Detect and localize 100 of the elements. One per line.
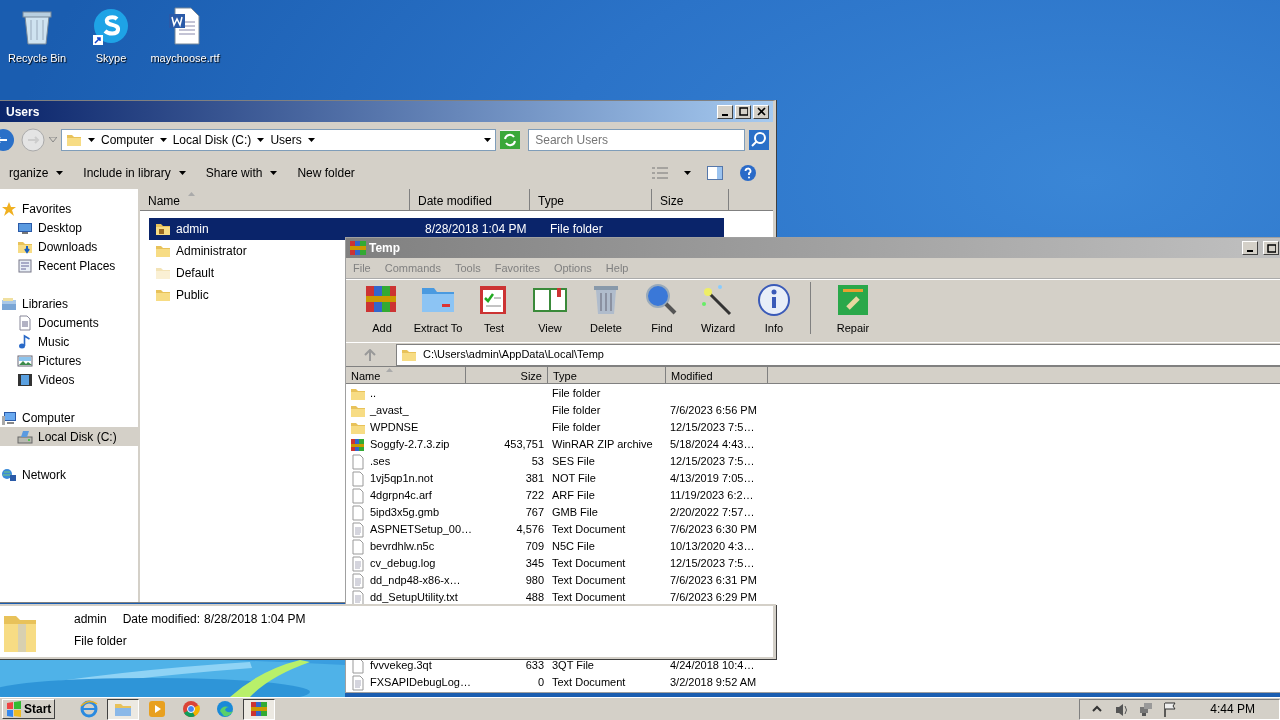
caret-icon xyxy=(684,171,691,175)
windows-logo-icon xyxy=(6,701,22,717)
toolbar-button[interactable]: Share with xyxy=(195,164,288,182)
taskbar-button[interactable] xyxy=(243,698,276,720)
toolbar-button[interactable]: Test xyxy=(466,281,522,336)
caret-icon xyxy=(159,137,167,142)
file-icon xyxy=(350,453,366,470)
nav-item[interactable]: Desktop xyxy=(1,218,138,237)
date-modified: 12/15/2023 7:5… xyxy=(670,557,755,570)
desktop-icon[interactable]: maychoose.rtf xyxy=(148,6,222,67)
column-header[interactable]: Date modified xyxy=(418,192,493,210)
nav-item[interactable]: Libraries xyxy=(1,294,138,313)
network-icon xyxy=(1138,701,1155,717)
refresh-button[interactable] xyxy=(500,130,521,149)
file-type: File folder xyxy=(550,221,603,238)
file-row[interactable]: Default xyxy=(149,262,337,284)
winrar-icon xyxy=(250,700,269,718)
toolbar-button[interactable]: rganize xyxy=(0,164,74,182)
file-size: 53 xyxy=(531,455,544,468)
file-icon xyxy=(350,538,366,555)
film-icon xyxy=(17,371,33,388)
toolbar-button[interactable]: New folder xyxy=(287,164,365,182)
nav-item[interactable]: Recent Places xyxy=(1,256,138,275)
refresh-icon xyxy=(500,130,521,149)
back-button[interactable] xyxy=(0,127,17,152)
text-file-icon xyxy=(350,555,366,572)
caret-icon xyxy=(49,137,57,142)
file-type: Text Document xyxy=(552,523,626,536)
computer-icon xyxy=(1,409,17,426)
nav-item[interactable]: Videos xyxy=(1,370,138,389)
start-button[interactable]: Start xyxy=(2,699,56,719)
column-header[interactable]: Type xyxy=(538,192,564,210)
toolbar-button[interactable]: Delete xyxy=(578,281,634,336)
file-name: FXSAPIDebugLog… xyxy=(370,675,471,691)
search-field[interactable]: Search Users xyxy=(528,128,745,151)
address-bar[interactable]: Computer Local Disk (C:) Users xyxy=(61,128,497,151)
view-list-icon xyxy=(652,167,668,179)
nav-item[interactable]: Pictures xyxy=(1,351,138,370)
desktop-icon[interactable]: Recycle Bin xyxy=(0,6,74,67)
file-type: GMB File xyxy=(552,506,598,519)
taskbar-button[interactable] xyxy=(107,698,140,720)
toolbar-button[interactable]: Repair xyxy=(825,281,881,336)
toolbar-button[interactable]: Extract To xyxy=(410,281,466,336)
toolbar-button[interactable]: View xyxy=(522,281,578,336)
date-modified: 10/13/2020 4:3… xyxy=(670,540,755,553)
nav-item[interactable]: Computer xyxy=(1,408,138,427)
file-name: Soggfy-2.7.3.zip xyxy=(370,437,450,453)
minimize-button[interactable] xyxy=(1242,241,1258,255)
close-button[interactable] xyxy=(753,104,769,119)
date-modified: 7/6/2023 6:56 PM xyxy=(670,404,757,417)
column-header[interactable]: Name xyxy=(351,368,381,382)
file-type: Text Document xyxy=(552,557,626,570)
address-field[interactable]: C:\Users\admin\AppData\Local\Temp xyxy=(396,343,1280,366)
column-header[interactable]: Type xyxy=(553,368,577,382)
toolbar-button[interactable]: Info xyxy=(746,281,802,336)
file-row[interactable]: admin 8/28/2018 1:04 PM File folder xyxy=(149,218,724,240)
column-header[interactable]: Size xyxy=(520,368,542,382)
file-type: SES File xyxy=(552,455,595,468)
nav-item[interactable]: Favorites xyxy=(1,199,138,218)
file-type: Text Document xyxy=(552,676,626,689)
maximize-button[interactable] xyxy=(1263,241,1279,255)
caret-icon xyxy=(307,137,315,142)
file-row[interactable]: Public xyxy=(149,284,337,306)
caret-icon xyxy=(257,137,265,142)
column-header[interactable]: Size xyxy=(660,192,684,210)
search-icon xyxy=(749,129,769,150)
file-row[interactable]: Administrator xyxy=(149,240,337,262)
nav-item[interactable]: Music xyxy=(1,332,138,351)
pictures-icon xyxy=(17,352,33,369)
file-name: Default xyxy=(176,265,215,282)
breadcrumb-item[interactable]: Computer xyxy=(101,130,154,149)
date-modified: 7/6/2023 6:29 PM xyxy=(670,591,757,604)
file-type: File folder xyxy=(74,633,128,650)
breadcrumb-item[interactable]: Users xyxy=(270,130,302,149)
nav-item[interactable]: Downloads xyxy=(1,237,138,256)
breadcrumb-item[interactable]: Local Disk (C:) xyxy=(172,130,252,149)
clock: 4:44 PM xyxy=(1210,701,1255,718)
toolbar-button[interactable]: Wizard xyxy=(690,281,746,336)
desktop-icon[interactable]: Skype xyxy=(74,6,148,67)
sort-arrow-icon xyxy=(386,368,394,372)
music-note-icon xyxy=(17,333,33,350)
nav-item[interactable]: Local Disk (C:) xyxy=(0,427,138,446)
nav-item[interactable]: Network xyxy=(1,465,138,484)
maximize-icon xyxy=(738,107,748,116)
maximize-button[interactable] xyxy=(735,104,751,119)
toolbar-button[interactable]: Include in library xyxy=(73,164,196,182)
toolbar-button[interactable]: Find xyxy=(634,281,690,336)
file-name: dd_SetupUtility.txt xyxy=(370,590,458,606)
file-type: NOT File xyxy=(552,472,596,485)
window-title: Users xyxy=(6,103,40,121)
column-header[interactable]: Name xyxy=(148,192,180,210)
toolbar-button[interactable]: Add xyxy=(354,281,410,336)
date-modified: 5/18/2024 4:43… xyxy=(670,438,755,451)
search-button[interactable] xyxy=(749,129,769,150)
file-name: .. xyxy=(370,386,377,402)
column-header[interactable]: Modified xyxy=(671,368,713,382)
date-modified: 12/15/2023 7:5… xyxy=(670,455,755,468)
help-icon xyxy=(739,164,757,182)
minimize-button[interactable] xyxy=(717,104,733,119)
nav-item[interactable]: Documents xyxy=(1,313,138,332)
